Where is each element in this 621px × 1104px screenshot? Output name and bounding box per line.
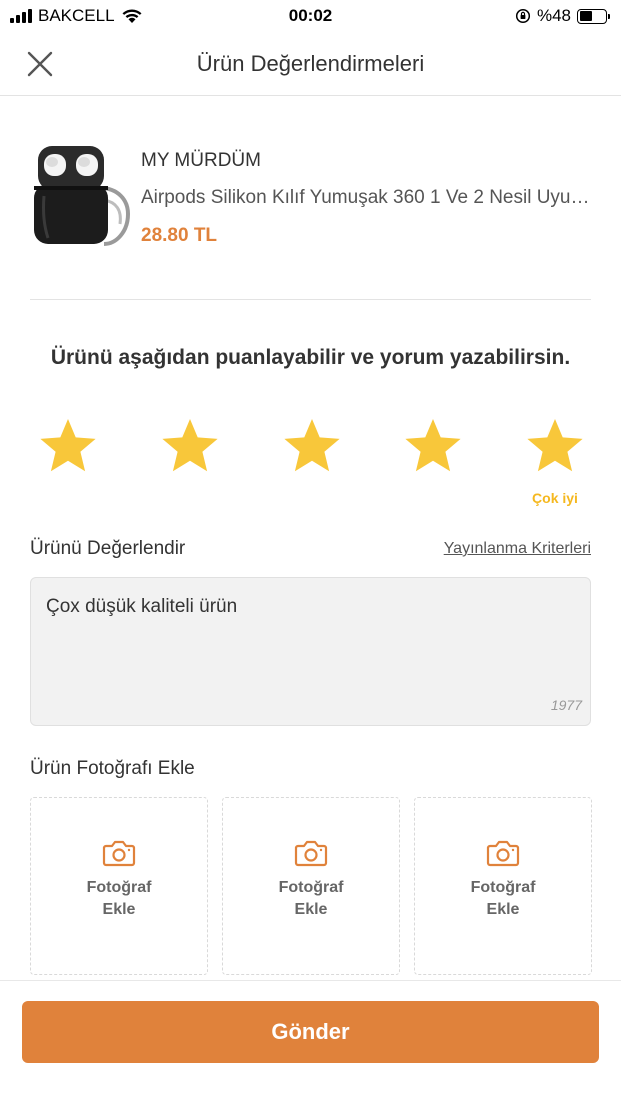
camera-icon xyxy=(294,840,328,867)
rating-prompt: Ürünü aşağıdan puanlayabilir ve yorum ya… xyxy=(50,346,571,369)
status-bar: BAKCELL 00:02 %48 xyxy=(0,0,621,32)
add-photo-text: Fotoğraf Ekle xyxy=(86,879,152,918)
status-left: BAKCELL xyxy=(10,6,143,26)
bottom-bar: Gönder xyxy=(0,980,621,1104)
review-label: Ürünü Değerlendir xyxy=(30,538,186,559)
camera-icon xyxy=(486,840,520,867)
add-photo-button-1[interactable]: Fotoğraf Ekle xyxy=(30,797,208,975)
close-icon xyxy=(27,51,53,77)
star-1[interactable] xyxy=(37,416,99,478)
add-photo-button-3[interactable]: Fotoğraf Ekle xyxy=(414,797,592,975)
add-photo-text: Fotoğraf Ekle xyxy=(278,879,344,918)
product-image xyxy=(34,146,130,246)
close-button[interactable] xyxy=(22,48,58,80)
photo-section-label: Ürün Fotoğrafı Ekle xyxy=(30,758,195,779)
rating-caption: Çok iyi xyxy=(532,490,578,506)
carrier-label: BAKCELL xyxy=(38,6,115,25)
star-3[interactable] xyxy=(281,416,343,478)
status-right: %48 xyxy=(515,6,610,26)
product-name: Airpods Silikon Kılıf Yumuşak 360 1 Ve 2… xyxy=(141,187,591,208)
review-text: Çox düşük kaliteli ürün xyxy=(46,596,238,617)
nav-bar: Ürün Değerlendirmeleri xyxy=(0,32,621,96)
add-photo-button-2[interactable]: Fotoğraf Ekle xyxy=(222,797,400,975)
char-counter: 1977 xyxy=(550,697,582,713)
submit-button[interactable]: Gönder xyxy=(22,1001,599,1063)
review-textarea[interactable]: Çox düşük kaliteli ürün 1977 xyxy=(30,577,591,726)
add-photo-text: Fotoğraf Ekle xyxy=(470,879,536,918)
battery-label: %48 xyxy=(536,6,571,25)
product-price: 28.80 TL xyxy=(141,225,218,246)
product-brand: MY MÜRDÜM xyxy=(141,150,261,171)
orientation-lock-icon xyxy=(515,8,531,24)
product-card: MY MÜRDÜM Airpods Silikon Kılıf Yumuşak … xyxy=(30,130,591,300)
battery-icon xyxy=(577,8,610,24)
star-4[interactable] xyxy=(402,416,464,478)
publishing-criteria-link[interactable]: Yayınlanma Kriterleri xyxy=(444,540,591,558)
signal-icon xyxy=(10,9,32,23)
wifi-icon xyxy=(122,9,142,23)
camera-icon xyxy=(102,840,136,867)
star-5[interactable] xyxy=(524,416,586,478)
page-title: Ürün Değerlendirmeleri xyxy=(196,50,425,76)
star-2[interactable] xyxy=(159,416,221,478)
